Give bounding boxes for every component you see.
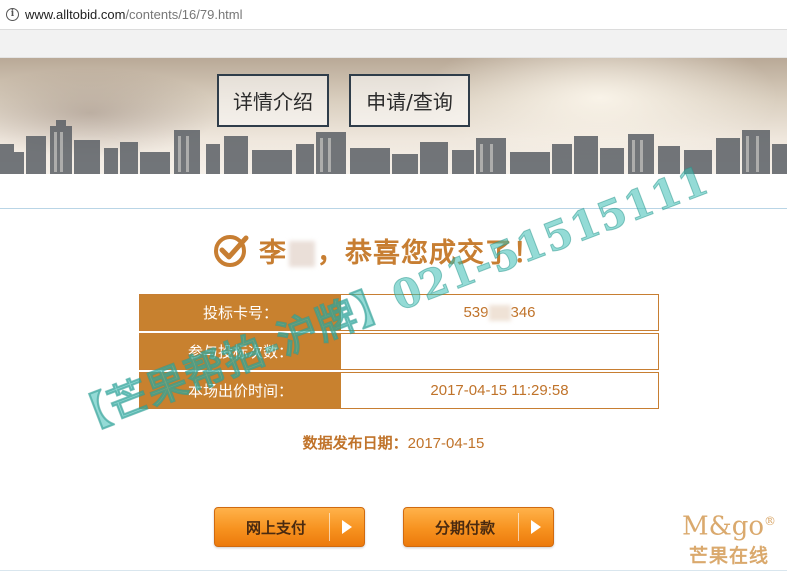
details-button[interactable]: 详情介绍 — [217, 74, 329, 127]
bid-card-prefix: 539 — [463, 304, 489, 321]
check-circle-icon — [214, 235, 249, 267]
url-host: www.alltobid.com — [25, 7, 126, 22]
address-bar[interactable]: i www.alltobid.com/contents/16/79.html — [0, 0, 787, 30]
publish-date-value: 2017-04-15 — [407, 435, 485, 452]
brand-logo-en: M&go® — [679, 507, 779, 541]
brand-logo-cn: 芒果在线 — [688, 545, 769, 567]
installment-label: 分期付款 — [434, 518, 495, 537]
winner-surname: 李 — [259, 237, 287, 269]
online-pay-label: 网上支付 — [245, 518, 306, 537]
play-arrow-icon — [330, 508, 364, 546]
online-pay-button[interactable]: 网上支付 — [214, 507, 365, 547]
registered-mark: ® — [764, 514, 777, 529]
city-banner: 详情介绍 申请/查询 — [0, 58, 787, 174]
brand-watermark: M&go® 芒果在线 — [679, 507, 779, 568]
apply-query-button[interactable]: 申请/查询 — [349, 74, 470, 127]
bid-count-value — [341, 334, 658, 369]
play-arrow-icon — [519, 508, 553, 546]
toolbar-strip — [0, 30, 787, 58]
publish-date: 数据发布日期：2017-04-15 — [0, 432, 787, 453]
brand-en-text: M&go — [681, 512, 765, 542]
bid-card-suffix: 346 — [510, 304, 536, 321]
bid-time-value: 2017-04-15 11:29:58 — [341, 373, 658, 408]
info-icon[interactable]: i — [6, 8, 19, 21]
installment-button[interactable]: 分期付款 — [403, 507, 554, 547]
redacted-name — [289, 241, 315, 267]
url-path: /contents/16/79.html — [125, 7, 243, 22]
publish-date-label: 数据发布日期： — [302, 434, 408, 452]
redacted-digits — [488, 304, 511, 321]
bottom-divider — [0, 570, 787, 571]
url-text[interactable]: www.alltobid.com/contents/16/79.html — [25, 7, 243, 22]
